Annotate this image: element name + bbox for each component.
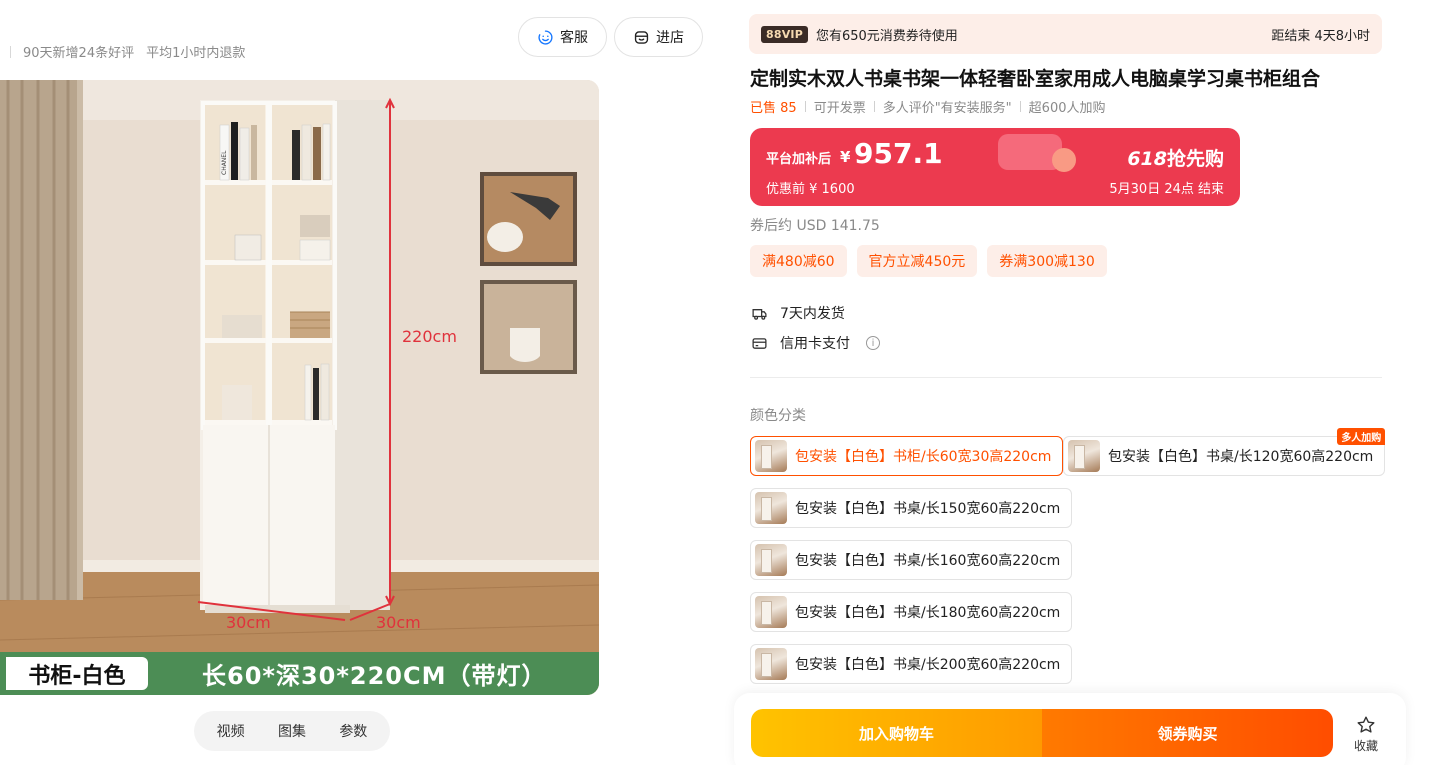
star-icon [1357,716,1375,733]
promo-title: 618抢先购 [1127,144,1224,171]
credit-card-icon [752,337,767,349]
sku-option[interactable]: 包安装【白色】书桌/长180宽60高220cm [750,592,1073,632]
sku-thumbnail [755,492,787,524]
hot-badge: 多人加购 [1337,428,1386,445]
currency-symbol: ¥ [840,148,851,166]
sku-option[interactable]: 包安装【白色】书桌/长120宽60高220cm 多人加购 [1063,428,1386,476]
caption-text: 长60*深30*220CM（带灯） [202,662,547,690]
divider [1019,101,1021,112]
new-reviews-text: 90天新增24条好评 [23,46,135,61]
usd-price: 券后约 USD 141.75 [750,218,880,234]
promo-label: 抢先购 [1166,148,1224,170]
favorite-label: 收藏 [1353,739,1378,753]
sku-thumbnail [755,544,787,576]
shipping-info: 7天内发货 [751,303,845,323]
vip-coupon-bar[interactable]: 88VIP 您有650元消费券待使用 距结束 4天8小时 [749,14,1382,54]
spec-label: 颜色分类 [750,408,806,424]
sku-thumbnail [755,440,787,472]
promo-number: 618 [1127,148,1167,170]
sku-label: 包安装【白色】书桌/长180宽60高220cm [795,605,1061,621]
enter-store-button[interactable]: 进店 [614,17,703,57]
price-value: 957.1 [854,137,943,170]
info-icon[interactable]: i [866,336,880,350]
divider [873,101,875,112]
sku-thumbnail [1068,440,1100,472]
original-price: 优惠前 ¥ 1600 [766,182,855,197]
coupon-list: 满480减60 官方立减450元 券满300减130 [750,245,1107,277]
decorative-dot [1052,148,1076,172]
sku-thumbnail [755,596,787,628]
coupon-tag[interactable]: 官方立减450元 [856,245,978,277]
review-tag[interactable]: 多人评价"有安装服务" [883,97,1012,116]
sku-label: 包安装【白色】书桌/长200宽60高220cm [795,657,1061,673]
sku-option[interactable]: 包安装【白色】书桌/长150宽60高220cm [750,488,1073,528]
price-label: 平台加补后 [766,152,832,167]
add-to-cart-button[interactable]: 加入购物车 [751,709,1042,757]
promo-end-time: 5月30日 24点 结束 [1109,182,1224,197]
sku-option[interactable]: 包安装【白色】书桌/长200宽60高220cm [750,644,1073,684]
bottom-action-bar: 加入购物车 领券购买 收藏 [734,693,1406,765]
smile-icon [538,29,553,45]
enter-store-label: 进店 [656,30,684,46]
tab-params[interactable]: 参数 [339,721,367,741]
depth-dimension-label: 30cm [376,613,421,632]
vip-countdown: 距结束 4天8小时 [1271,28,1370,44]
sold-count: 已售 85 [750,101,797,116]
buy-with-coupon-button[interactable]: 领券购买 [1042,709,1333,757]
width-dimension-label: 30cm [226,613,271,632]
section-divider [750,377,1382,378]
book-spine-text: CHANEL [221,150,228,175]
favorite-button[interactable]: 收藏 [1352,715,1380,754]
price-panel: 平台加补后 ¥ 957.1 优惠前 ¥ 1600 618抢先购 5月30日 24… [750,128,1240,206]
sku-label: 包安装【白色】书柜/长60宽30高220cm [795,449,1052,465]
customer-service-button[interactable]: 客服 [518,17,607,57]
product-title: 定制实木双人书桌书架一体轻奢卧室家用成人电脑桌学习桌书柜组合 [750,68,1321,90]
product-sub-meta: 已售 85 可开发票 多人评价"有安装服务" 超600人加购 [750,97,1106,116]
sku-label: 包安装【白色】书桌/长120宽60高220cm [1108,449,1374,465]
tab-gallery[interactable]: 图集 [278,721,306,741]
height-dimension-label: 220cm [402,327,457,346]
sku-option[interactable]: 包安装【白色】书桌/长160宽60高220cm [750,540,1073,580]
refund-time-text: 平均1小时内退款 [146,46,246,61]
cart-count-tag: 超600人加购 [1028,101,1106,116]
vip-badge: 88VIP [761,25,808,43]
product-photo: CHANEL 220cm 30cm 30cm [0,80,599,695]
vip-coupon-text: 您有650元消费券待使用 [815,28,958,44]
tab-video[interactable]: 视频 [217,721,245,741]
payment-text: 信用卡支付 [780,336,850,352]
divider [804,101,806,112]
image-caption-bar: 书柜-白色 长60*深30*220CM（带灯） [0,652,599,695]
divider [10,45,11,58]
truck-icon [752,308,767,320]
shop-meta: 90天新增24条好评 平均1小时内退款 [10,42,245,61]
customer-service-label: 客服 [560,30,588,46]
coupon-tag[interactable]: 券满300减130 [987,245,1107,277]
sku-thumbnail [755,648,787,680]
media-tabs: 视频 图集 参数 [194,711,390,751]
invoice-tag: 可开发票 [813,101,866,116]
store-icon [634,30,649,44]
caption-tag: 书柜-白色 [6,657,148,690]
shipping-text: 7天内发货 [780,306,845,322]
sku-option-selected[interactable]: 包安装【白色】书柜/长60宽30高220cm [750,436,1064,476]
sku-label: 包安装【白色】书桌/长160宽60高220cm [795,553,1061,569]
coupon-tag[interactable]: 满480减60 [750,245,847,277]
payment-info: 信用卡支付 i [751,333,880,353]
sku-label: 包安装【白色】书桌/长150宽60高220cm [795,501,1061,517]
product-main-image[interactable]: CHANEL 220cm 30cm 30cm 书柜-白色 长60*深30*220… [0,80,599,695]
